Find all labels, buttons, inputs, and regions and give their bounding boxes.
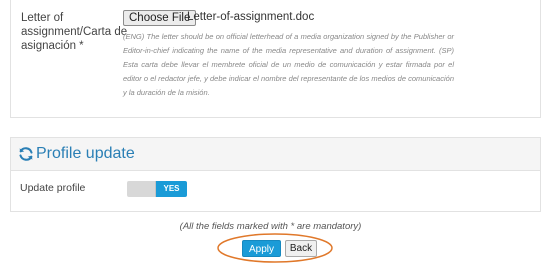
toggle-on-label: YES <box>156 181 187 197</box>
assignment-field-label: Letter of assignment/Carta de asignación… <box>21 12 128 52</box>
mandatory-fields-note: (All the fields marked with * are mandat… <box>179 221 362 232</box>
update-profile-label: Update profile <box>20 182 86 194</box>
update-profile-toggle[interactable]: YES <box>127 181 187 197</box>
profile-update-panel: Profile update Update profile YES <box>10 137 541 212</box>
refresh-icon <box>19 147 33 161</box>
apply-button[interactable]: Apply <box>242 240 281 257</box>
choose-file-button[interactable]: Choose File <box>123 10 197 26</box>
toggle-handle[interactable] <box>127 181 156 197</box>
assignment-panel: Letter of assignment/Carta de asignación… <box>10 0 541 118</box>
selected-file-name: Letter-of-assignment.doc <box>187 11 315 23</box>
profile-panel-heading: Profile update <box>11 138 540 171</box>
back-button[interactable]: Back <box>285 240 317 257</box>
profile-panel-title: Profile update <box>36 145 135 162</box>
assignment-help-text: (ENG) The letter should be on official l… <box>123 32 454 97</box>
